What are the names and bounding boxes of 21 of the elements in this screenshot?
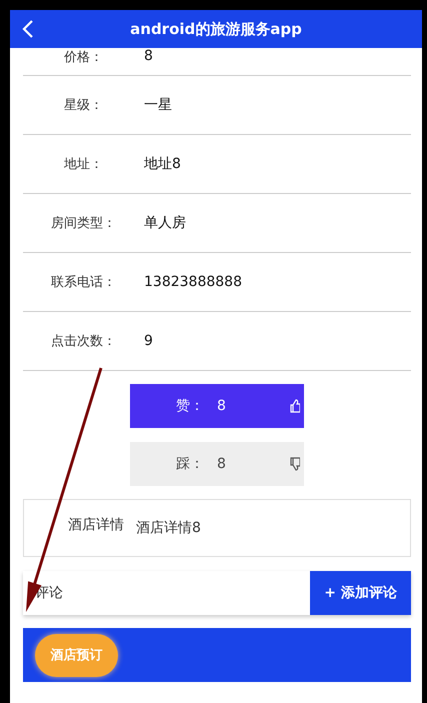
thumbs-down-icon: [290, 457, 300, 471]
add-comment-button[interactable]: + 添加评论: [310, 571, 411, 615]
field-value: 单人房: [144, 214, 186, 232]
field-value: 13823888888: [144, 274, 242, 290]
back-icon[interactable]: [22, 19, 34, 39]
field-value: 一星: [144, 96, 172, 114]
details-value: 酒店详情8: [136, 519, 201, 537]
dislike-button[interactable]: 踩： 8: [130, 442, 304, 486]
field-label: 星级：: [63, 97, 104, 114]
field-label: 联系电话：: [50, 274, 117, 291]
like-button[interactable]: 赞： 8: [130, 384, 304, 428]
field-label: 点击次数：: [50, 333, 117, 350]
thumbs-up-icon: [290, 399, 300, 413]
field-label: 价格：: [63, 49, 104, 66]
field-value: 地址8: [144, 155, 181, 173]
field-value: 8: [144, 48, 153, 64]
field-value: 9: [144, 333, 153, 349]
field-label: 房间类型：: [50, 215, 117, 232]
app-title: android的旅游服务app: [130, 20, 302, 38]
field-label: 地址：: [63, 156, 104, 173]
details-label: 酒店详情: [68, 516, 124, 534]
